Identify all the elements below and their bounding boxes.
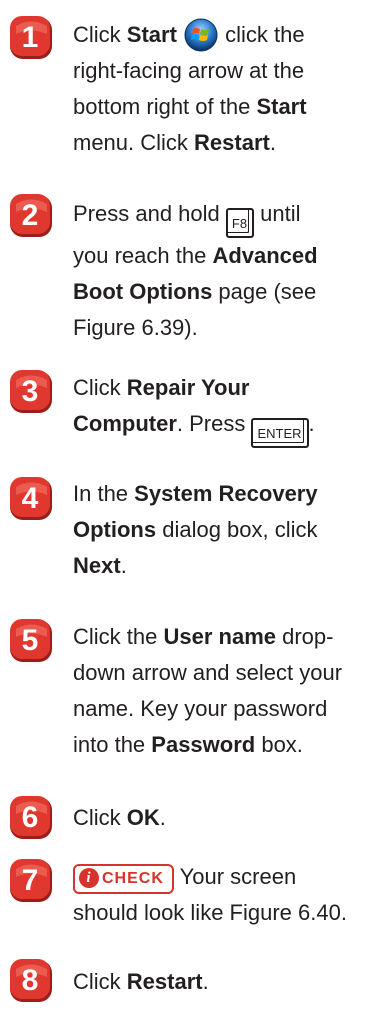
text: . (120, 553, 127, 578)
step-number-2-icon: 2 (10, 194, 52, 237)
text: . Press (176, 411, 252, 436)
text-bold: System Recovery (134, 481, 318, 506)
text: Your screen (173, 864, 297, 889)
text: Figure 6.39). (73, 315, 198, 340)
step-number-6-icon: 6 (10, 796, 52, 839)
svg-text:1: 1 (22, 21, 39, 54)
step-number-3-icon: 3 (10, 370, 52, 413)
step-number-8-icon: 8 (10, 959, 52, 1002)
step-number-5-icon: 5 (10, 619, 52, 662)
text-bold: OK (126, 805, 160, 830)
svg-text:8: 8 (22, 964, 39, 997)
text-bold: Boot Options (73, 279, 213, 304)
text-bold: Password (151, 732, 256, 757)
info-icon: i (79, 868, 99, 888)
text-bold: Next (73, 553, 121, 578)
text: . (269, 130, 276, 155)
text: Click (73, 805, 127, 830)
text: . (202, 969, 209, 994)
text: dialog box, click (156, 517, 318, 542)
svg-text:7: 7 (22, 864, 39, 897)
text: Click the (73, 624, 164, 649)
text: name. Key your password (73, 696, 328, 721)
text: . (159, 805, 166, 830)
text-bold: Start (256, 94, 307, 119)
text: drop- (276, 624, 334, 649)
text-bold: Start (126, 22, 177, 47)
text: Click (73, 375, 127, 400)
text: page (see (212, 279, 317, 304)
check-label: CHECK (102, 870, 164, 887)
windows-start-icon (184, 18, 218, 52)
step-number-1-icon: 1 (10, 16, 52, 59)
text: . (308, 411, 315, 436)
text: Click (73, 22, 127, 47)
svg-text:4: 4 (22, 482, 39, 515)
text-bold: Options (73, 517, 157, 542)
step-number-4-icon: 4 (10, 477, 52, 520)
text-bold: Restart (126, 969, 203, 994)
text-bold: User name (163, 624, 276, 649)
text-bold: Advanced (212, 243, 318, 268)
text: menu. Click (73, 130, 195, 155)
text: Press and hold (73, 201, 226, 226)
text-bold: Repair Your (126, 375, 250, 400)
svg-text:2: 2 (22, 199, 39, 232)
text: you reach the (73, 243, 213, 268)
text: down arrow and select your (73, 660, 343, 685)
text: until (254, 201, 301, 226)
text: In the (73, 481, 135, 506)
svg-text:6: 6 (22, 801, 39, 834)
text: box. (255, 732, 303, 757)
enter-key: ENTER (251, 418, 309, 448)
text: bottom right of the (73, 94, 257, 119)
text: Click (73, 969, 127, 994)
svg-text:5: 5 (22, 624, 39, 657)
f8-key: F8 (225, 208, 255, 238)
text: click the (219, 22, 305, 47)
text-bold: Computer (73, 411, 177, 436)
text: right-facing arrow at the (73, 58, 305, 83)
text: should look like Figure 6.40. (73, 900, 347, 925)
text: into the (73, 732, 152, 757)
check-badge: i CHECK (73, 864, 174, 894)
svg-text:3: 3 (22, 375, 39, 408)
text-bold: Restart (194, 130, 270, 155)
step-number-7-icon: 7 (10, 859, 52, 902)
